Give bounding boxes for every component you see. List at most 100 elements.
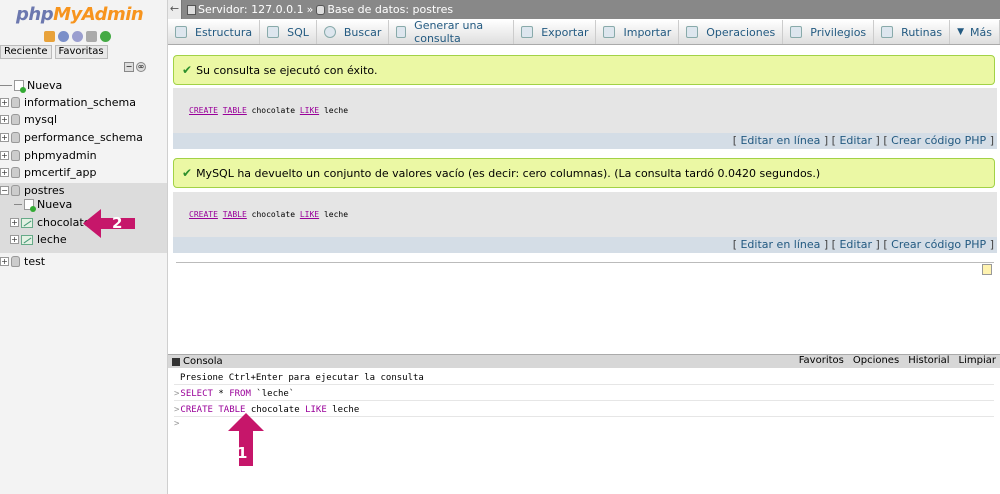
sql-identifier: leche bbox=[323, 106, 349, 115]
sql-identifier: leche bbox=[323, 210, 349, 219]
chevron-down-icon: ▼ bbox=[957, 27, 965, 37]
wrench-icon bbox=[686, 26, 699, 38]
sql-keyword[interactable]: TABLE bbox=[223, 106, 247, 115]
sql-keyword: SELECT bbox=[180, 389, 213, 399]
reload-icon[interactable] bbox=[100, 31, 111, 42]
bracket: ] bbox=[823, 134, 829, 147]
bracket: [ bbox=[831, 134, 836, 147]
help-icon[interactable] bbox=[72, 31, 83, 42]
tree-db-information-schema[interactable]: + information_schema bbox=[0, 94, 136, 111]
expand-icon[interactable]: + bbox=[0, 98, 9, 107]
tree-db-test[interactable]: + test bbox=[0, 253, 45, 270]
console-icon bbox=[172, 357, 180, 366]
privileges-icon bbox=[790, 26, 803, 38]
tree-label: Nueva bbox=[37, 198, 73, 211]
recent-tab[interactable]: Reciente bbox=[0, 45, 52, 59]
sql-text: * bbox=[212, 389, 230, 399]
create-php-link[interactable]: Crear código PHP bbox=[891, 134, 986, 147]
nav-controls: − ∞ bbox=[124, 62, 146, 72]
tree-db-pmcertif-app[interactable]: + pmcertif_app bbox=[0, 164, 96, 181]
sql-actions: [ Editar en línea ] [ Editar ] [ Crear c… bbox=[173, 237, 997, 253]
tree-db-phpmyadmin[interactable]: + phpmyadmin bbox=[0, 147, 97, 164]
arrow-shape bbox=[83, 209, 135, 238]
edit-link[interactable]: Editar bbox=[839, 134, 872, 147]
breadcrumb-server[interactable]: Servidor: 127.0.0.1 bbox=[198, 3, 304, 16]
console-favorites[interactable]: Favoritos bbox=[799, 355, 844, 366]
annotation-label-1: 1 bbox=[237, 444, 248, 462]
tab-more[interactable]: ▼ Más bbox=[950, 20, 1000, 44]
console-query-1[interactable]: >SELECT * FROM `leche` bbox=[174, 387, 994, 401]
tree-label: test bbox=[24, 255, 46, 268]
tree-new-table[interactable]: Nueva bbox=[14, 196, 72, 213]
tree-db-mysql[interactable]: + mysql bbox=[0, 111, 57, 128]
collapse-all-icon[interactable]: − bbox=[124, 62, 134, 72]
message-text: MySQL ha devuelto un conjunto de valores… bbox=[196, 166, 821, 180]
bracket: [ bbox=[831, 238, 836, 251]
console-history[interactable]: Historial bbox=[908, 355, 949, 366]
sql-keyword[interactable]: LIKE bbox=[300, 106, 319, 115]
expand-icon[interactable]: + bbox=[0, 151, 9, 160]
tab-routines[interactable]: Rutinas bbox=[874, 20, 951, 44]
tree-db-performance-schema[interactable]: + performance_schema bbox=[0, 129, 143, 146]
result-message: ✔ MySQL ha devuelto un conjunto de valor… bbox=[173, 158, 995, 188]
sql-keyword[interactable]: CREATE bbox=[189, 210, 218, 219]
bracket: ] bbox=[875, 134, 880, 147]
back-arrow-icon[interactable]: ← bbox=[168, 0, 182, 19]
console-query-2[interactable]: >CREATE TABLE chocolate LIKE leche bbox=[174, 403, 994, 417]
main-tabs: Estructura SQL Buscar Generar una consul… bbox=[168, 19, 1000, 45]
sql-keyword[interactable]: TABLE bbox=[223, 210, 247, 219]
tree-table-chocolate[interactable]: + chocolate bbox=[10, 214, 90, 231]
collapse-icon[interactable]: − bbox=[0, 186, 9, 195]
tab-query-builder[interactable]: Generar una consulta bbox=[389, 19, 515, 45]
expand-icon[interactable]: + bbox=[0, 133, 9, 142]
console-header[interactable]: Consola Favoritos Opciones Historial Lim… bbox=[168, 354, 1000, 368]
database-icon bbox=[11, 256, 20, 267]
console-clear[interactable]: Limpiar bbox=[959, 355, 996, 366]
expand-icon[interactable]: + bbox=[10, 235, 19, 244]
expand-icon[interactable]: + bbox=[0, 257, 9, 266]
phpmyadmin-logo[interactable]: phpMyAdmin bbox=[16, 4, 144, 25]
expand-icon[interactable]: + bbox=[0, 168, 9, 177]
query-icon bbox=[396, 26, 407, 38]
tab-sql[interactable]: SQL bbox=[260, 20, 317, 44]
sql-keyword[interactable]: LIKE bbox=[300, 210, 319, 219]
console-input[interactable]: > bbox=[174, 417, 994, 431]
settings-icon[interactable] bbox=[86, 31, 97, 42]
expand-icon[interactable]: + bbox=[10, 218, 19, 227]
breadcrumb-database[interactable]: Base de datos: postres bbox=[327, 3, 453, 16]
tab-label: Privilegios bbox=[810, 25, 867, 39]
sql-icon bbox=[267, 26, 280, 38]
tab-privileges[interactable]: Privilegios bbox=[783, 20, 875, 44]
expand-icon[interactable]: + bbox=[0, 115, 9, 124]
bracket: ] bbox=[823, 238, 829, 251]
create-php-link[interactable]: Crear código PHP bbox=[891, 238, 986, 251]
database-icon bbox=[316, 4, 326, 15]
console-title[interactable]: Consola bbox=[183, 356, 223, 367]
link-icon[interactable]: ∞ bbox=[136, 62, 146, 72]
divider bbox=[176, 262, 994, 263]
note-icon[interactable] bbox=[982, 264, 992, 275]
home-icon[interactable] bbox=[44, 31, 55, 42]
tab-import[interactable]: Importar bbox=[596, 20, 680, 44]
sql-keyword[interactable]: CREATE bbox=[189, 106, 218, 115]
tree-new-database[interactable]: Nueva bbox=[0, 77, 62, 94]
edit-inline-link[interactable]: Editar en línea bbox=[740, 134, 820, 147]
tab-export[interactable]: Exportar bbox=[514, 20, 597, 44]
tab-structure[interactable]: Estructura bbox=[168, 20, 261, 44]
bracket: [ bbox=[732, 134, 737, 147]
message-text: Su consulta se ejecutó con éxito. bbox=[196, 63, 378, 77]
nav-tabs: Reciente Favoritas bbox=[0, 45, 108, 59]
favorites-tab[interactable]: Favoritas bbox=[54, 45, 108, 59]
tree-table-leche[interactable]: + leche bbox=[10, 231, 67, 248]
logout-icon[interactable] bbox=[58, 31, 69, 42]
tab-label: Estructura bbox=[195, 25, 253, 39]
edit-link[interactable]: Editar bbox=[839, 238, 872, 251]
tab-search[interactable]: Buscar bbox=[316, 20, 390, 44]
check-icon: ✔ bbox=[182, 166, 193, 180]
edit-inline-link[interactable]: Editar en línea bbox=[740, 238, 820, 251]
tab-operations[interactable]: Operaciones bbox=[679, 20, 784, 44]
tree-label: information_schema bbox=[24, 96, 136, 109]
console-options[interactable]: Opciones bbox=[853, 355, 899, 366]
nav-icons bbox=[44, 31, 111, 42]
tab-label: Buscar bbox=[343, 25, 382, 39]
